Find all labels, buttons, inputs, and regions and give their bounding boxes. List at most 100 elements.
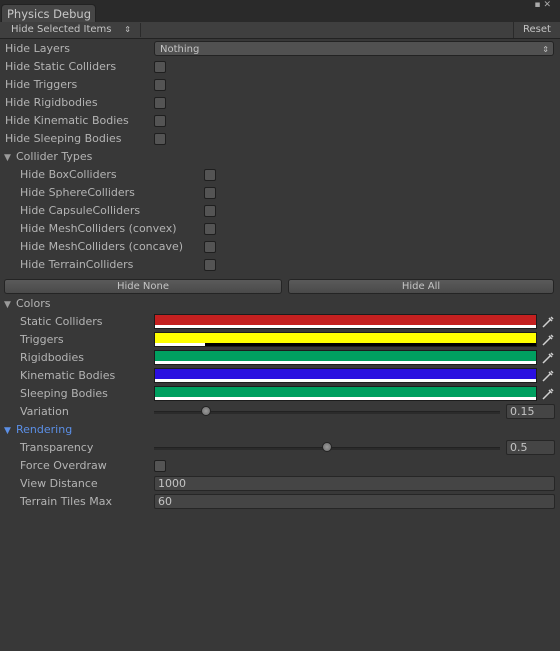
color-swatch xyxy=(155,315,536,325)
color-swatch xyxy=(155,333,536,343)
force-overdraw-row: Force Overdraw xyxy=(0,457,560,475)
hide-terraincolliders-checkbox[interactable] xyxy=(204,259,216,271)
variation-value-field[interactable]: 0.15 xyxy=(506,404,555,419)
sleeping-bodies-color-label: Sleeping Bodies xyxy=(20,387,108,400)
collider-types-foldout-row: ▼ Collider Types xyxy=(0,148,560,166)
color-swatch xyxy=(155,369,536,379)
terrain-tiles-max-field[interactable]: 60 xyxy=(154,494,555,509)
rigidbodies-color-field[interactable] xyxy=(154,350,537,365)
dropdown-arrows-icon: ⇕ xyxy=(124,25,131,34)
static-colliders-color-field[interactable] xyxy=(154,314,537,329)
hide-capsulecolliders-row: Hide CapsuleColliders xyxy=(0,202,560,220)
window-menu-icons[interactable]: ▪✕ xyxy=(534,0,554,10)
hide-boxcolliders-checkbox[interactable] xyxy=(204,169,216,181)
reset-button[interactable]: Reset xyxy=(513,22,560,38)
hide-meshcolliders-convex-row: Hide MeshColliders (convex) xyxy=(0,220,560,238)
hide-triggers-checkbox[interactable] xyxy=(154,79,166,91)
hide-terraincolliders-row: Hide TerrainColliders xyxy=(0,256,560,274)
colors-label: Colors xyxy=(16,297,51,310)
color-row-sleeping-bodies: Sleeping Bodies xyxy=(0,385,560,403)
hide-triggers-row: Hide Triggers xyxy=(0,76,560,94)
hide-layers-row: Hide Layers Nothing ⇕ xyxy=(0,40,560,58)
static-colliders-color-label: Static Colliders xyxy=(20,315,103,328)
hide-capsulecolliders-checkbox[interactable] xyxy=(204,205,216,217)
sleeping-bodies-color-field[interactable] xyxy=(154,386,537,401)
alpha-bar-fill xyxy=(155,397,536,400)
rigidbodies-color-label: Rigidbodies xyxy=(20,351,84,364)
force-overdraw-label: Force Overdraw xyxy=(20,459,107,472)
hide-kinematic-bodies-row: Hide Kinematic Bodies xyxy=(0,112,560,130)
hide-capsulecolliders-label: Hide CapsuleColliders xyxy=(20,204,141,217)
alpha-bar xyxy=(155,361,536,364)
eyedropper-icon[interactable] xyxy=(541,332,555,347)
color-row-rigidbodies: Rigidbodies xyxy=(0,349,560,367)
foldout-expanded-icon: ▼ xyxy=(4,426,11,436)
hide-spherecolliders-checkbox[interactable] xyxy=(204,187,216,199)
alpha-bar xyxy=(155,325,536,328)
eyedropper-icon[interactable] xyxy=(541,368,555,383)
terrain-tiles-max-label: Terrain Tiles Max xyxy=(20,495,112,508)
color-row-triggers: Triggers xyxy=(0,331,560,349)
eyedropper-icon[interactable] xyxy=(541,314,555,329)
alpha-bar xyxy=(155,343,536,346)
terrain-tiles-max-row: Terrain Tiles Max 60 xyxy=(0,493,560,511)
kinematic-bodies-color-field[interactable] xyxy=(154,368,537,383)
transparency-value-field[interactable]: 0.5 xyxy=(506,440,555,455)
hide-sleeping-bodies-checkbox[interactable] xyxy=(154,133,166,145)
hide-rigidbodies-label: Hide Rigidbodies xyxy=(5,96,98,109)
window-tab-bar: Physics Debug ▪✕ xyxy=(0,0,560,23)
hide-meshcolliders-concave-label: Hide MeshColliders (concave) xyxy=(20,240,184,253)
hide-spherecolliders-row: Hide SphereColliders xyxy=(0,184,560,202)
view-distance-field[interactable]: 1000 xyxy=(154,476,555,491)
hide-kinematic-bodies-checkbox[interactable] xyxy=(154,115,166,127)
view-distance-row: View Distance 1000 xyxy=(0,475,560,493)
transparency-row: Transparency 0.5 xyxy=(0,439,560,457)
eyedropper-icon[interactable] xyxy=(541,386,555,401)
hide-rigidbodies-row: Hide Rigidbodies xyxy=(0,94,560,112)
foldout-expanded-icon: ▼ xyxy=(4,300,11,310)
hide-static-colliders-checkbox[interactable] xyxy=(154,61,166,73)
hide-meshcolliders-convex-label: Hide MeshColliders (convex) xyxy=(20,222,177,235)
rendering-foldout[interactable]: ▼ Rendering xyxy=(4,421,72,440)
hide-boxcolliders-row: Hide BoxColliders xyxy=(0,166,560,184)
hide-meshcolliders-convex-checkbox[interactable] xyxy=(204,223,216,235)
hide-none-button[interactable]: Hide None xyxy=(4,279,282,294)
eyedropper-icon[interactable] xyxy=(541,350,555,365)
rendering-foldout-row: ▼ Rendering xyxy=(0,421,560,439)
variation-slider-thumb[interactable] xyxy=(200,406,211,416)
hide-layers-value: Nothing xyxy=(160,44,200,55)
hide-all-button[interactable]: Hide All xyxy=(288,279,554,294)
foldout-expanded-icon: ▼ xyxy=(4,153,11,163)
hide-layers-label: Hide Layers xyxy=(5,42,70,55)
tab-physics-debug[interactable]: Physics Debug xyxy=(1,4,96,23)
alpha-bar-fill xyxy=(155,361,536,364)
force-overdraw-checkbox[interactable] xyxy=(154,460,166,472)
collider-types-foldout[interactable]: ▼ Collider Types xyxy=(4,148,92,167)
hide-sleeping-bodies-row: Hide Sleeping Bodies xyxy=(0,130,560,148)
color-row-static-colliders: Static Colliders xyxy=(0,313,560,331)
transparency-slider-thumb[interactable] xyxy=(322,442,332,452)
colors-foldout[interactable]: ▼ Colors xyxy=(4,295,50,314)
kinematic-bodies-color-label: Kinematic Bodies xyxy=(20,369,116,382)
hide-kinematic-bodies-label: Hide Kinematic Bodies xyxy=(5,114,129,127)
hide-meshcolliders-concave-row: Hide MeshColliders (concave) xyxy=(0,238,560,256)
alpha-bar-fill xyxy=(155,325,536,328)
variation-label: Variation xyxy=(20,405,69,418)
hide-layers-dropdown[interactable]: Nothing ⇕ xyxy=(154,41,554,56)
hide-meshcolliders-concave-checkbox[interactable] xyxy=(204,241,216,253)
view-distance-label: View Distance xyxy=(20,477,98,490)
hide-sleeping-bodies-label: Hide Sleeping Bodies xyxy=(5,132,122,145)
triggers-color-field[interactable] xyxy=(154,332,537,347)
collider-types-label: Collider Types xyxy=(16,150,93,163)
hide-static-colliders-row: Hide Static Colliders xyxy=(0,58,560,76)
variation-row: Variation 0.15 xyxy=(0,403,560,421)
triggers-color-label: Triggers xyxy=(20,333,64,346)
toolbar: Hide Selected Items ⇕ Reset xyxy=(0,22,560,39)
color-row-kinematic-bodies: Kinematic Bodies xyxy=(0,367,560,385)
mode-dropdown[interactable]: Hide Selected Items ⇕ xyxy=(5,23,135,37)
hide-rigidbodies-checkbox[interactable] xyxy=(154,97,166,109)
alpha-bar-fill xyxy=(155,379,536,382)
rendering-label: Rendering xyxy=(16,423,73,436)
transparency-label: Transparency xyxy=(20,441,94,454)
close-icon[interactable]: ✕ xyxy=(543,0,554,10)
